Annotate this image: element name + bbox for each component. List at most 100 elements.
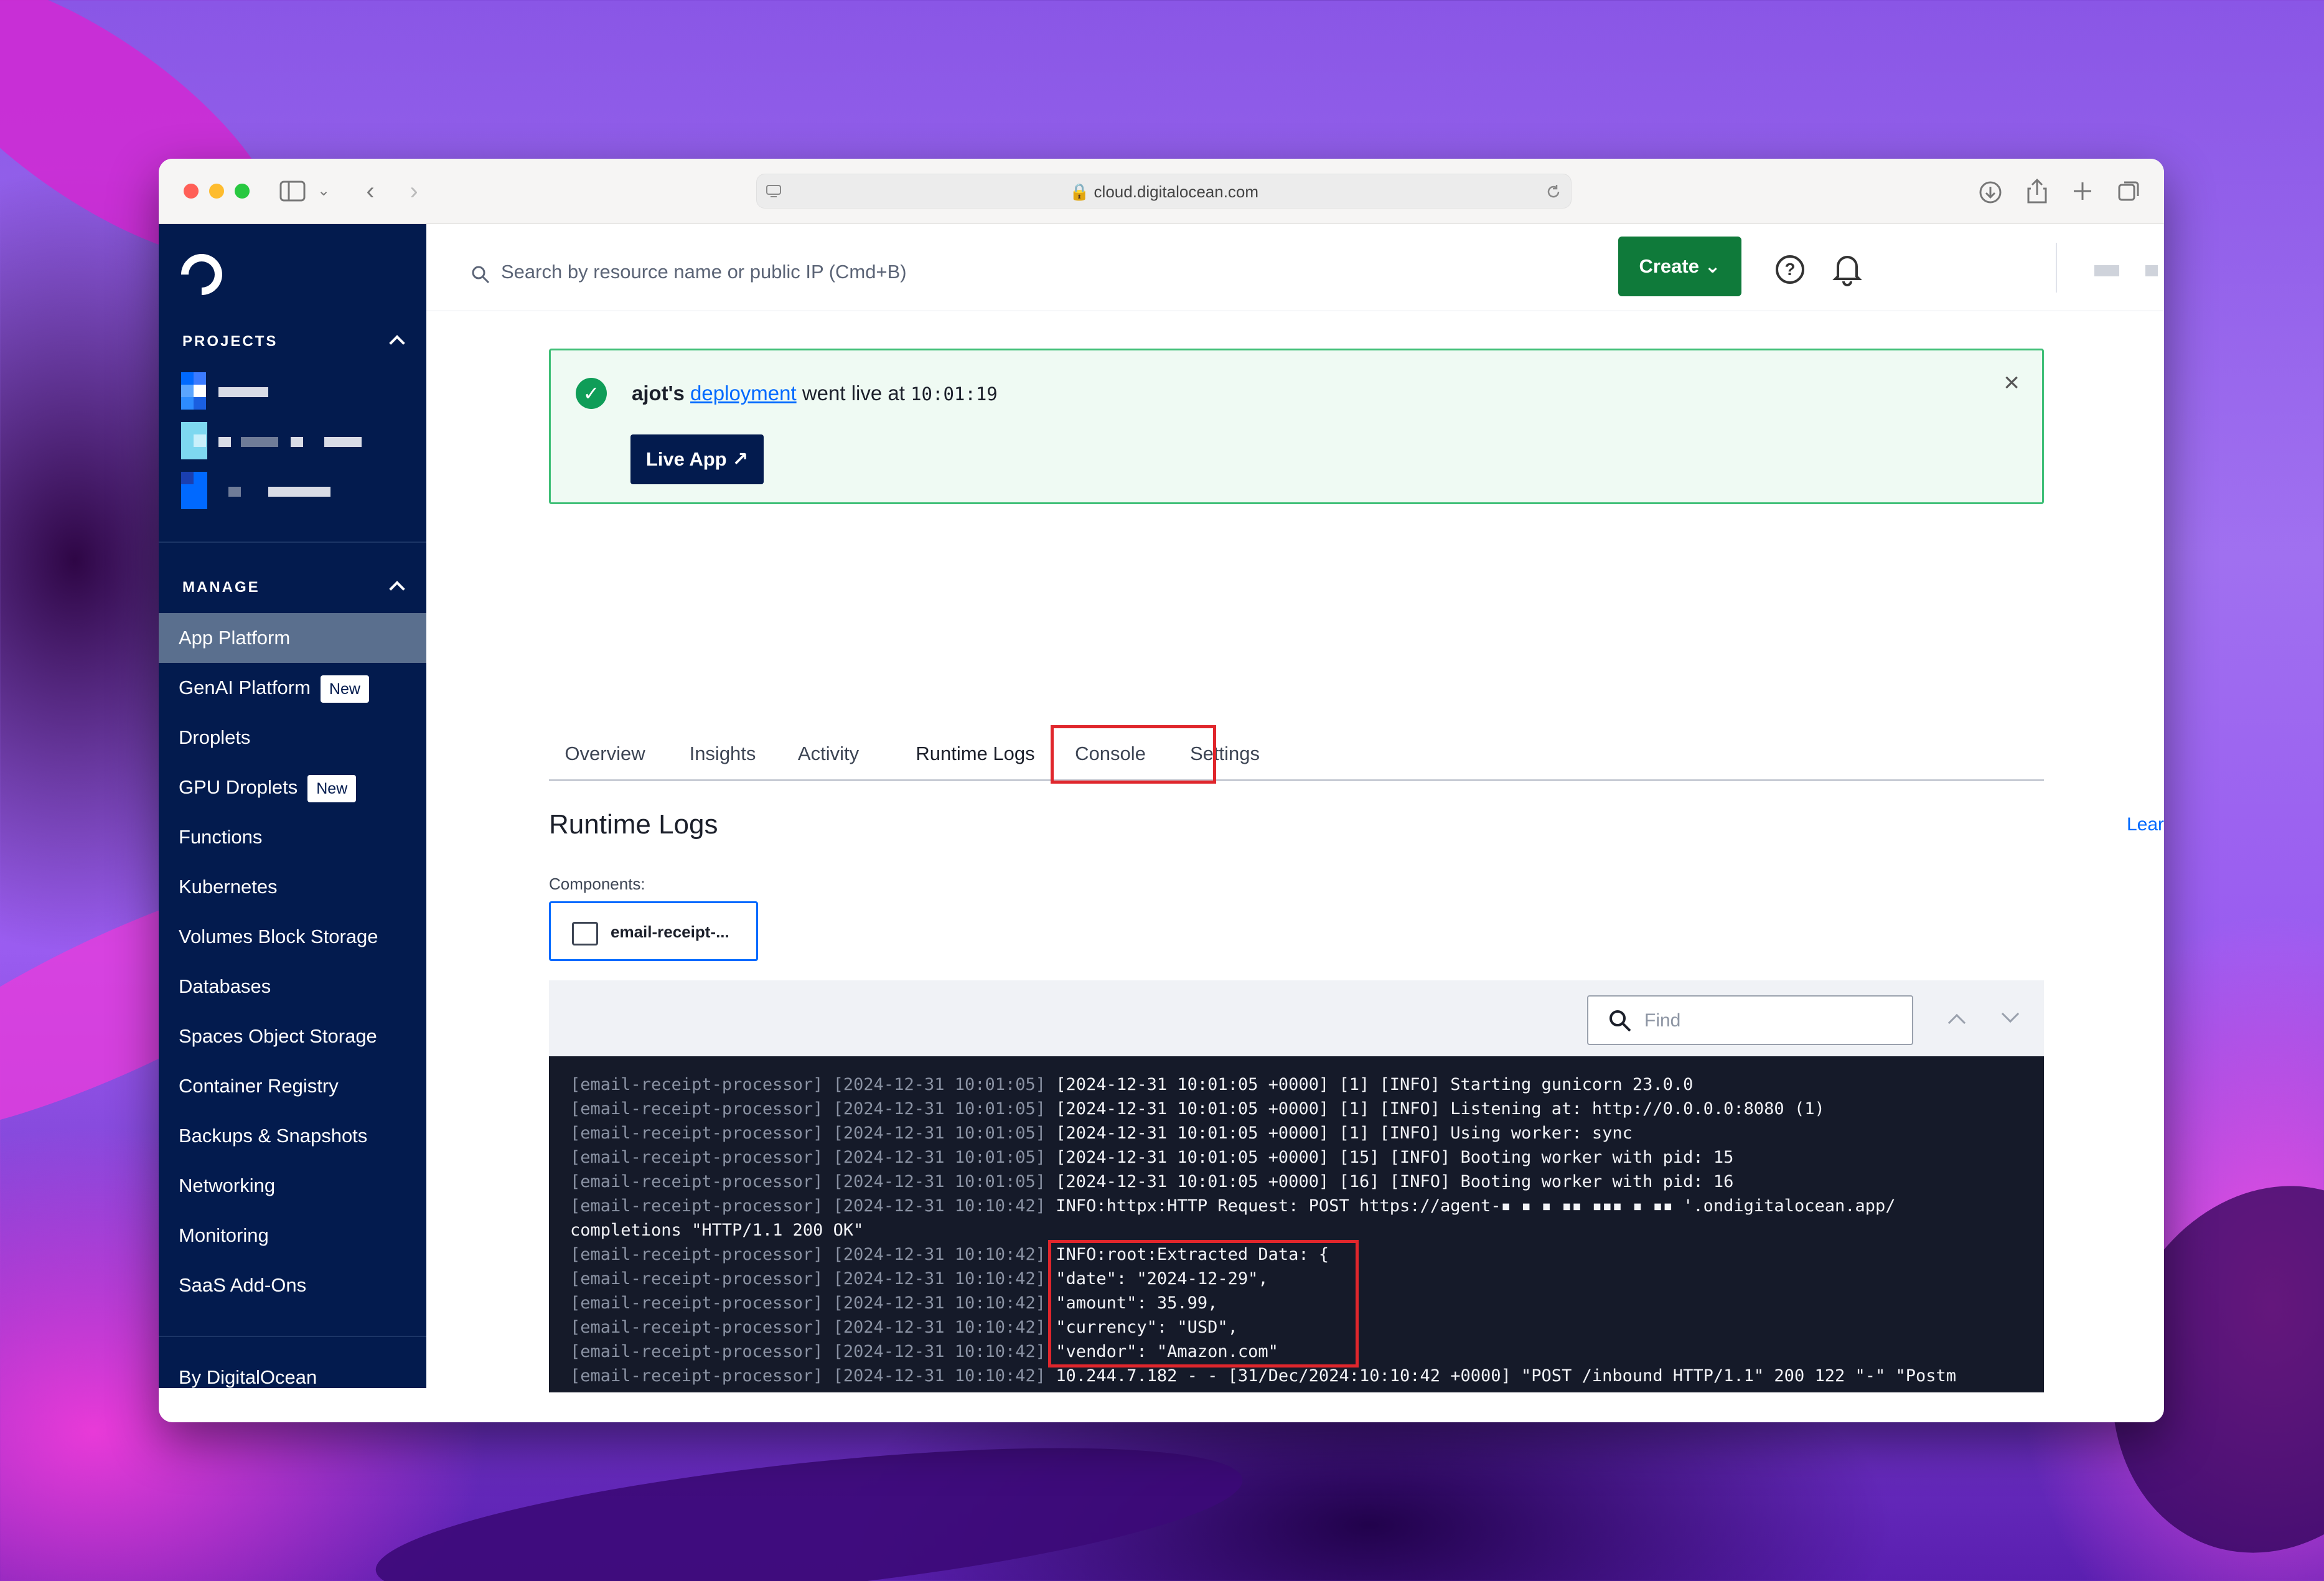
reload-icon[interactable]: [1545, 183, 1562, 200]
sidebar-item-label: Networking: [179, 1175, 276, 1196]
banner-user: ajot's: [632, 382, 685, 405]
sidebar-item-monitoring[interactable]: Monitoring: [159, 1211, 426, 1260]
top-bar: Create ⌄ ? D: [426, 224, 2164, 311]
sidebar: PROJECTS MANAGE App Platform GenAI Platf…: [159, 224, 426, 1388]
log-timestamp: [2024-12-31 10:10:42]: [833, 1342, 1046, 1361]
component-label: email-receipt-...: [611, 922, 729, 941]
sidebar-item-app-platform[interactable]: App Platform: [159, 613, 426, 663]
live-app-button[interactable]: Live App ↗: [630, 434, 764, 484]
download-icon[interactable]: [1978, 180, 2003, 205]
chevron-down-icon: ⌄: [1704, 255, 1721, 277]
sidebar-item-saas-addons[interactable]: SaaS Add-Ons: [159, 1260, 426, 1310]
log-timestamp: [2024-12-31 10:01:05]: [833, 1099, 1046, 1119]
redacted-team-name: [2145, 265, 2158, 276]
sidebar-item-genai-platform[interactable]: GenAI Platform New: [159, 663, 426, 713]
tab-bar: Overview Insights Activity Runtime Logs …: [549, 728, 2044, 781]
topbar-divider: [2056, 243, 2057, 293]
manage-title: MANAGE: [182, 579, 260, 596]
deployment-banner: ✓ ajot's deployment went live at 10:01:1…: [549, 349, 2044, 504]
tab-overview[interactable]: Overview: [561, 728, 649, 781]
project-item[interactable]: [181, 422, 405, 459]
log-timestamp: [2024-12-31 10:10:42]: [833, 1269, 1046, 1288]
sidebar-toggle-icon[interactable]: [277, 176, 308, 206]
sidebar-item-label: SaaS Add-Ons: [179, 1274, 307, 1296]
project-item[interactable]: [181, 372, 405, 410]
digitalocean-logo[interactable]: [172, 245, 231, 304]
sidebar-item-label: GPU Droplets: [179, 776, 298, 798]
log-message: [2024-12-31 10:01:05 +0000] [15] [INFO] …: [1056, 1148, 1734, 1167]
minimize-window-button[interactable]: [209, 184, 224, 199]
forward-arrow-icon[interactable]: ›: [401, 176, 426, 206]
tab-insights[interactable]: Insights: [682, 728, 763, 781]
redacted-project-name: [218, 387, 268, 397]
log-source: [email-receipt-processor]: [570, 1366, 823, 1386]
log-timestamp: [2024-12-31 10:10:42]: [833, 1196, 1046, 1216]
address-bar[interactable]: 🔒 cloud.digitalocean.com: [756, 174, 1572, 209]
log-source: [email-receipt-processor]: [570, 1318, 823, 1337]
log-source: [email-receipt-processor]: [570, 1124, 823, 1143]
chevron-up-icon[interactable]: [389, 581, 405, 597]
chevron-up-icon[interactable]: [1947, 1013, 1966, 1032]
sidebar-item-networking[interactable]: Networking: [159, 1161, 426, 1211]
log-line: [email-receipt-processor] [2024-12-31 10…: [570, 1170, 2026, 1194]
project-icon: [181, 472, 207, 509]
project-icon: [181, 422, 207, 459]
sidebar-item-functions[interactable]: Functions: [159, 812, 426, 862]
tab-activity[interactable]: Activity: [788, 728, 869, 781]
log-source: [email-receipt-processor]: [570, 1293, 823, 1313]
sidebar-item-label: Container Registry: [179, 1075, 339, 1097]
create-button-label: Create: [1639, 255, 1699, 277]
sidebar-item-container-registry[interactable]: Container Registry: [159, 1061, 426, 1111]
find-field[interactable]: [1587, 995, 1913, 1045]
help-icon[interactable]: ?: [1776, 255, 1804, 284]
close-icon[interactable]: ×: [2003, 369, 2020, 396]
sidebar-item-label: Backups & Snapshots: [179, 1125, 368, 1147]
log-source: [email-receipt-processor]: [570, 1148, 823, 1167]
chevron-down-icon[interactable]: ⌄: [314, 176, 333, 206]
create-button[interactable]: Create ⌄: [1618, 237, 1741, 296]
search-icon: [472, 266, 490, 284]
components-label: Components:: [549, 875, 645, 893]
projects-title: PROJECTS: [182, 333, 278, 350]
deployment-link[interactable]: deployment: [690, 382, 797, 405]
redacted-project-name: [241, 437, 278, 447]
close-window-button[interactable]: [184, 184, 199, 199]
maximize-window-button[interactable]: [235, 184, 250, 199]
new-tab-icon[interactable]: [2071, 180, 2094, 202]
sidebar-item-kubernetes[interactable]: Kubernetes: [159, 862, 426, 912]
chevron-down-icon[interactable]: [2001, 1005, 2020, 1023]
log-message: [2024-12-31 10:01:05 +0000] [16] [INFO] …: [1056, 1172, 1734, 1191]
learn-link[interactable]: Learn: [2127, 814, 2164, 835]
sidebar-item-label: GenAI Platform: [179, 677, 311, 698]
sidebar-item-backups[interactable]: Backups & Snapshots: [159, 1111, 426, 1161]
share-icon[interactable]: [2025, 177, 2050, 205]
sidebar-item-volumes[interactable]: Volumes Block Storage: [159, 912, 426, 962]
component-selector[interactable]: email-receipt-...: [549, 901, 758, 961]
sidebar-item-droplets[interactable]: Droplets: [159, 713, 426, 762]
project-icon: [181, 372, 206, 410]
log-timestamp: [2024-12-31 10:01:05]: [833, 1148, 1046, 1167]
bell-icon[interactable]: [1832, 251, 1863, 286]
sidebar-item-spaces[interactable]: Spaces Object Storage: [159, 1011, 426, 1061]
log-message: completions "HTTP/1.1 200 OK": [570, 1221, 864, 1240]
find-input[interactable]: [1644, 1005, 1893, 1036]
log-line: completions "HTTP/1.1 200 OK": [570, 1218, 2026, 1242]
back-arrow-icon[interactable]: ‹: [358, 176, 383, 206]
log-source: [email-receipt-processor]: [570, 1245, 823, 1264]
project-item[interactable]: [181, 472, 405, 509]
tab-overview-icon[interactable]: [2117, 179, 2142, 204]
sidebar-item-gpu-droplets[interactable]: GPU Droplets New: [159, 762, 426, 812]
sidebar-item-databases[interactable]: Databases: [159, 962, 426, 1011]
tab-runtime-logs[interactable]: Runtime Logs: [895, 728, 1056, 781]
new-badge: New: [307, 774, 357, 802]
log-source: [email-receipt-processor]: [570, 1342, 823, 1361]
browser-window: ⌄ ‹ › 🔒 cloud.digitalocean.com PROJECTS: [159, 159, 2164, 1422]
search-input[interactable]: [501, 256, 1061, 288]
by-digitalocean-link[interactable]: By DigitalOcean: [179, 1366, 317, 1389]
log-message: [2024-12-31 10:01:05 +0000] [1] [INFO] S…: [1056, 1075, 1694, 1094]
sidebar-item-label: Functions: [179, 826, 263, 848]
browser-toolbar: ⌄ ‹ › 🔒 cloud.digitalocean.com: [159, 159, 2164, 224]
log-line: [email-receipt-processor] [2024-12-31 10…: [570, 1121, 2026, 1145]
redacted-project-name: [218, 437, 231, 447]
chevron-up-icon[interactable]: [389, 335, 405, 351]
